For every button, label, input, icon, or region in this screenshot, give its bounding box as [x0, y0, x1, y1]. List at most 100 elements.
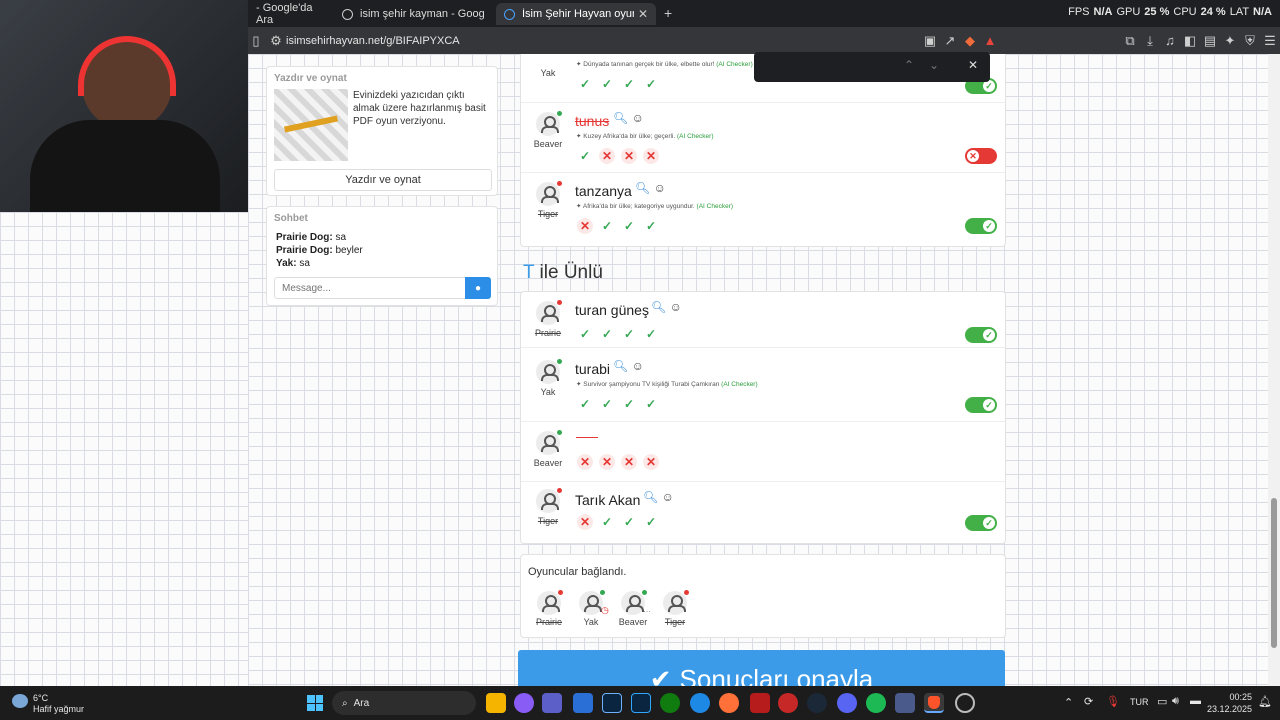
wallet-icon[interactable]: ▤ — [1200, 33, 1220, 49]
print-button[interactable]: Yazdır ve oynat — [274, 169, 492, 191]
spotify-icon[interactable] — [866, 693, 886, 713]
app-icon[interactable] — [750, 693, 770, 713]
brave-rewards-icon[interactable]: ▲ — [980, 33, 1000, 48]
globe-icon — [504, 8, 515, 20]
find-next-icon[interactable]: ⌄ — [929, 58, 939, 72]
xbox-icon[interactable] — [660, 693, 680, 713]
scrollbar[interactable] — [1268, 54, 1280, 686]
sidebar-icon[interactable]: ⧉ — [1120, 33, 1140, 49]
site-settings-icon[interactable]: ⚙ — [266, 33, 286, 49]
search-icon[interactable]: 🔍︎ — [635, 181, 650, 195]
answer-toggle[interactable]: ✓ — [965, 397, 997, 413]
answer-toggle[interactable]: ✓ — [965, 327, 997, 343]
answer-row: Yak turabi 🔍︎ ☺ ✦ Survivor şampiyonu TV … — [521, 348, 1005, 422]
brave-icon[interactable] — [924, 693, 944, 713]
panel-icon[interactable]: ◧ — [1180, 33, 1200, 49]
search-icon[interactable]: 🔍︎ — [613, 359, 628, 373]
lightroom-icon[interactable] — [602, 693, 622, 713]
url-field[interactable]: isimsehirhayvan.net/g/BIFAIPYXCA — [286, 35, 460, 47]
media-icon[interactable]: ♫ — [1160, 33, 1180, 48]
tab-kayman-search[interactable]: isim şehir kayman - Google'da Ara — [334, 3, 492, 25]
photoshop-icon[interactable] — [631, 693, 651, 713]
answer-icons: 🔍︎ ☺ — [643, 490, 674, 504]
bookmark-icon[interactable]: ▯ — [246, 33, 266, 49]
emoji-icon[interactable]: ☺ — [670, 300, 682, 314]
taskbar-search[interactable]: ⌕ Ara — [332, 691, 476, 715]
app-icon[interactable] — [895, 693, 915, 713]
ai-icon[interactable]: ✦ — [1220, 33, 1240, 49]
answer-icons: 🔍︎ ☺ — [613, 111, 644, 125]
chat-input[interactable] — [274, 277, 466, 299]
section-title: T ile Ünlü — [523, 262, 603, 284]
file-explorer-icon[interactable] — [486, 693, 506, 713]
empty-answer-line — [576, 437, 598, 438]
steam-icon[interactable] — [807, 693, 827, 713]
brave-shield-icon[interactable]: ◆ — [960, 33, 980, 49]
teams-icon[interactable] — [542, 693, 562, 713]
edge-icon[interactable] — [690, 693, 710, 713]
online-indicator — [642, 590, 647, 595]
emoji-icon[interactable]: ☺ — [662, 490, 674, 504]
vpn-icon[interactable]: ⛨ — [1240, 33, 1260, 49]
menu-icon[interactable]: ☰ — [1260, 33, 1280, 49]
clock-date[interactable]: 23.12.2025 — [1206, 704, 1252, 714]
windows-start-icon[interactable] — [307, 695, 323, 711]
player-name: Beaver — [618, 617, 648, 627]
send-button[interactable]: ● — [465, 277, 491, 299]
close-tab-icon[interactable]: ✕ — [638, 7, 648, 21]
tab-game[interactable]: İsim Şehir Hayvan oyununa katıl ✕ — [496, 3, 656, 25]
share-icon[interactable]: ↗ — [940, 33, 960, 49]
search-icon[interactable]: 🔍︎ — [643, 490, 658, 504]
emoji-icon[interactable]: ☺ — [632, 111, 644, 125]
answer-toggle[interactable]: ✓ — [965, 515, 997, 531]
battery-icon[interactable]: ▬ — [1190, 695, 1201, 707]
answer-row: Prairie turan güneş 🔍︎ ☺ ✓ ✓ ✓ ✓ ✓ — [521, 292, 1005, 348]
tab-google-search[interactable]: - Google'da Ara — [248, 2, 330, 26]
sync-icon[interactable]: ⟳ — [1084, 695, 1093, 708]
answer-toggle[interactable]: ✓ — [965, 218, 997, 234]
new-tab-icon[interactable]: + — [664, 5, 672, 21]
find-close-icon[interactable]: ✕ — [968, 58, 978, 72]
network-icon[interactable]: ▭ — [1157, 695, 1167, 708]
volume-icon[interactable]: 🔊︎ — [1172, 695, 1179, 708]
confirm-results-button[interactable]: ✔ Sonuçları onayla — [518, 650, 1005, 686]
ai-note: ✦ Kuzey Afrika'da bir ülke; geçerli. (AI… — [576, 133, 714, 140]
player-avatar — [579, 591, 603, 615]
clock-time[interactable]: 00:25 — [1216, 692, 1252, 702]
find-bar[interactable]: ⌃ ⌄ ✕ — [754, 52, 990, 82]
language-indicator[interactable]: TUR — [1130, 697, 1149, 707]
screenshot-icon[interactable]: ▣ — [920, 33, 940, 49]
download-icon[interactable]: ⤓ — [1140, 33, 1160, 49]
clock-icon: ◷ — [601, 605, 609, 615]
headset — [78, 36, 176, 96]
tray-chevron-icon[interactable]: ⌃ — [1064, 696, 1073, 709]
cpu-value: 24 % — [1200, 6, 1226, 18]
opera-icon[interactable] — [778, 693, 798, 713]
discord-icon[interactable] — [837, 693, 857, 713]
player-avatar — [621, 591, 645, 615]
word-icon[interactable] — [573, 693, 593, 713]
find-prev-icon[interactable]: ⌃ — [904, 58, 914, 72]
mic-icon[interactable]: 🎙︎ — [1106, 695, 1120, 708]
ai-note: ✦ Dünyada tanınan gerçek bir ülke, elbet… — [576, 61, 753, 68]
check-icon: ✓ — [623, 77, 635, 91]
firefox-icon[interactable] — [719, 693, 739, 713]
performance-overlay: FPS N/A GPU 25 % CPU 24 % LAT N/A — [1068, 6, 1272, 18]
app-icon[interactable] — [955, 693, 975, 713]
player-name: Tiger — [537, 516, 559, 526]
search-icon[interactable]: 🔍︎ — [613, 111, 628, 125]
fps-value: N/A — [1093, 6, 1113, 18]
copilot-icon[interactable] — [514, 693, 534, 713]
chat-title: Sohbet — [274, 213, 308, 224]
google-icon — [342, 8, 353, 20]
answer-toggle[interactable]: ✕ — [965, 148, 997, 164]
search-icon[interactable]: 🔍︎ — [651, 300, 666, 314]
weather-icon[interactable] — [12, 694, 28, 708]
emoji-icon[interactable]: ☺ — [654, 181, 666, 195]
cross-icon: ✕ — [621, 454, 637, 470]
scrollbar-thumb[interactable] — [1271, 498, 1277, 648]
emoji-icon[interactable]: ☺ — [632, 359, 644, 373]
check-icon: ✓ — [579, 327, 591, 341]
chat-bubble-icon: ● — [474, 282, 482, 294]
notification-icon[interactable]: 🔔︎ — [1258, 695, 1272, 708]
